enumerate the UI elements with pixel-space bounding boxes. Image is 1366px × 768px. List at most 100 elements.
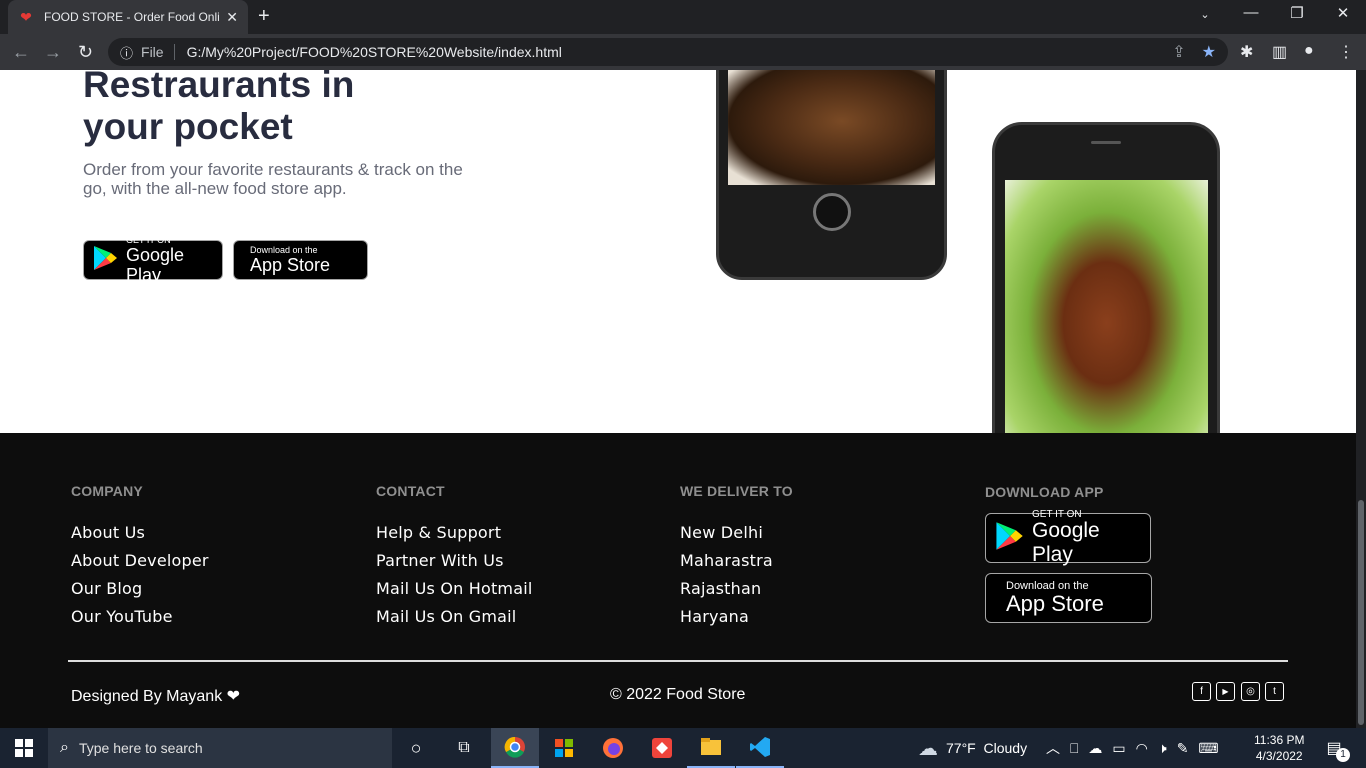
footer-link-help-support[interactable]: Help & Support xyxy=(376,523,501,542)
taskbar-search[interactable]: ⌕ Type here to search xyxy=(48,728,392,768)
bookmark-star-icon[interactable]: ★ xyxy=(1202,42,1216,62)
battery-icon[interactable]: ▭ xyxy=(1112,740,1125,757)
footer-link-rajasthan[interactable]: Rajasthan xyxy=(680,579,761,598)
footer-heading-contact: CONTACT xyxy=(376,483,445,499)
wifi-icon[interactable]: ◠ xyxy=(1136,740,1148,757)
search-icon: ⌕ xyxy=(60,739,69,756)
browser-tab[interactable]: ❤ FOOD STORE - Order Food Onlin ✕ xyxy=(8,0,248,34)
footer-link-maharastra[interactable]: Maharastra xyxy=(680,551,773,570)
google-play-icon xyxy=(92,244,118,277)
footer-link-our-youtube[interactable]: Our YouTube xyxy=(71,607,173,626)
firefox-taskbar-icon[interactable] xyxy=(589,728,637,768)
address-bar[interactable]: ⓘ File G:/My%20Project/FOOD%20STORE%20We… xyxy=(108,38,1228,66)
footer-link-about-us[interactable]: About Us xyxy=(71,523,145,542)
pen-icon[interactable]: ✎ xyxy=(1177,740,1189,757)
google-play-button[interactable]: GET IT ON Google Play xyxy=(83,235,223,285)
clock-time: 11:36 PM xyxy=(1254,733,1305,747)
hero-title-line1: Restraurants in xyxy=(83,70,355,105)
forward-button[interactable]: → xyxy=(44,42,62,63)
copyright-text: © 2022 Food Store xyxy=(610,686,746,703)
footer-link-partner[interactable]: Partner With Us xyxy=(376,551,504,570)
url-text[interactable]: G:/My%20Project/FOOD%20STORE%20Website/i… xyxy=(187,44,562,60)
store-taskbar-icon[interactable] xyxy=(540,728,588,768)
keyboard-icon[interactable]: ⌨ xyxy=(1198,740,1218,757)
hero-subtitle: Order from your favorite restaurants & t… xyxy=(83,160,463,198)
footer-link-gmail[interactable]: Mail Us On Gmail xyxy=(376,607,516,626)
reload-button[interactable]: ↻ xyxy=(78,42,93,63)
cortana-icon[interactable]: ○ xyxy=(396,728,436,768)
footer-heading-download: DOWNLOAD APP xyxy=(985,484,1104,500)
chrome-taskbar-icon[interactable] xyxy=(491,728,539,768)
volume-muted-icon[interactable]: 🕨 xyxy=(1158,740,1167,757)
profile-icon[interactable]: ● xyxy=(1304,42,1314,60)
cloudy-weather-icon: ☁ xyxy=(918,737,938,760)
food-photo-chicken xyxy=(728,70,935,185)
menu-icon[interactable]: ⋮ xyxy=(1338,42,1354,62)
twitter-icon[interactable]: t xyxy=(1265,682,1284,701)
web-page: Restraurants in your pocket Order from y… xyxy=(0,70,1356,728)
new-tab-button[interactable]: + xyxy=(258,5,270,28)
footer-link-about-developer[interactable]: About Developer xyxy=(71,551,209,570)
footer-link-our-blog[interactable]: Our Blog xyxy=(71,579,142,598)
anydesk-taskbar-icon[interactable] xyxy=(638,728,686,768)
footer-apple-large-text: App Store xyxy=(1006,591,1104,616)
chevron-up-icon[interactable]: ︿ xyxy=(1046,738,1060,758)
phone-mockup-left xyxy=(716,70,947,280)
footer-google-small-text: GET IT ON xyxy=(1032,508,1082,520)
browser-toolbar: ← → ↻ ⓘ File G:/My%20Project/FOOD%20STOR… xyxy=(0,34,1366,70)
hero-title-line2: your pocket xyxy=(83,106,293,147)
file-explorer-taskbar-icon[interactable] xyxy=(687,728,735,768)
phone-mockup-right xyxy=(992,122,1220,462)
footer-google-play-button[interactable]: GET IT ON Google Play xyxy=(985,508,1151,566)
google-play-large-text: Google Play xyxy=(126,244,185,285)
heart-favicon-icon: ❤ xyxy=(20,9,32,25)
task-view-icon[interactable]: ⧉ xyxy=(444,728,484,768)
vscode-taskbar-icon[interactable] xyxy=(736,728,784,768)
hero-title: Restraurants in your pocket xyxy=(83,70,354,148)
tab-search-chevron-icon[interactable]: ⌄ xyxy=(1190,8,1220,21)
footer-link-new-delhi[interactable]: New Delhi xyxy=(680,523,763,542)
food-photo-salmon xyxy=(1005,180,1208,440)
extensions-icon[interactable]: ✱ xyxy=(1240,42,1253,62)
share-icon[interactable]: ⇪ xyxy=(1172,42,1185,62)
onedrive-icon[interactable]: ☁ xyxy=(1088,740,1102,757)
restore-button[interactable]: ❐ xyxy=(1282,4,1312,22)
weather-text: 77°F Cloudy xyxy=(946,740,1028,756)
clock[interactable]: 11:36 PM 4/3/2022 xyxy=(1254,728,1304,768)
app-store-small-text: Download on the xyxy=(250,244,318,255)
window-close-button[interactable]: ✕ xyxy=(1328,4,1358,22)
facebook-icon[interactable]: f xyxy=(1192,682,1211,701)
heart-icon: ❤ xyxy=(226,688,241,705)
instagram-icon[interactable]: ◎ xyxy=(1241,682,1260,701)
tab-strip: ❤ FOOD STORE - Order Food Onlin ✕ + ⌄ — … xyxy=(0,0,1366,34)
meet-now-icon[interactable]: ⎕ xyxy=(1070,740,1078,757)
designed-by-text: Designed By Mayank ❤ xyxy=(71,686,240,706)
designed-by-label: Designed By Mayank xyxy=(71,688,223,705)
side-panel-icon[interactable]: ▥ xyxy=(1272,42,1287,62)
back-button[interactable]: ← xyxy=(12,42,30,63)
footer-link-haryana[interactable]: Haryana xyxy=(680,607,749,626)
info-icon[interactable]: ⓘ xyxy=(120,43,133,62)
weather-widget[interactable]: ☁ 77°F Cloudy xyxy=(918,728,1027,768)
tab-close-icon[interactable]: ✕ xyxy=(226,9,238,26)
minimize-button[interactable]: — xyxy=(1236,4,1266,21)
file-label: File xyxy=(141,44,175,60)
footer-google-large-text: Google Play xyxy=(1032,518,1100,566)
footer-divider xyxy=(68,660,1288,662)
footer-heading-company: COMPANY xyxy=(71,483,143,499)
youtube-icon[interactable]: ▶ xyxy=(1216,682,1235,701)
footer-heading-deliver: WE DELIVER TO xyxy=(680,483,793,499)
scrollbar-thumb[interactable] xyxy=(1358,500,1364,725)
notification-badge: 1 xyxy=(1336,748,1350,762)
search-placeholder: Type here to search xyxy=(78,740,203,756)
windows-taskbar: ⌕ Type here to search ○ ⧉ ☁ 77°F Cloudy … xyxy=(0,728,1366,768)
site-footer: COMPANY About Us About Developer Our Blo… xyxy=(0,433,1356,728)
phone-home-button xyxy=(813,193,851,231)
footer-link-hotmail[interactable]: Mail Us On Hotmail xyxy=(376,579,533,598)
windows-start-icon[interactable] xyxy=(0,728,48,768)
google-play-small-text: GET IT ON xyxy=(126,234,171,245)
notification-button[interactable]: ▤ 1 xyxy=(1322,728,1350,768)
app-store-button[interactable]: Download on the App Store xyxy=(233,240,368,280)
footer-app-store-button[interactable]: Download on the App Store xyxy=(985,573,1152,623)
phone-speaker xyxy=(1091,141,1121,144)
